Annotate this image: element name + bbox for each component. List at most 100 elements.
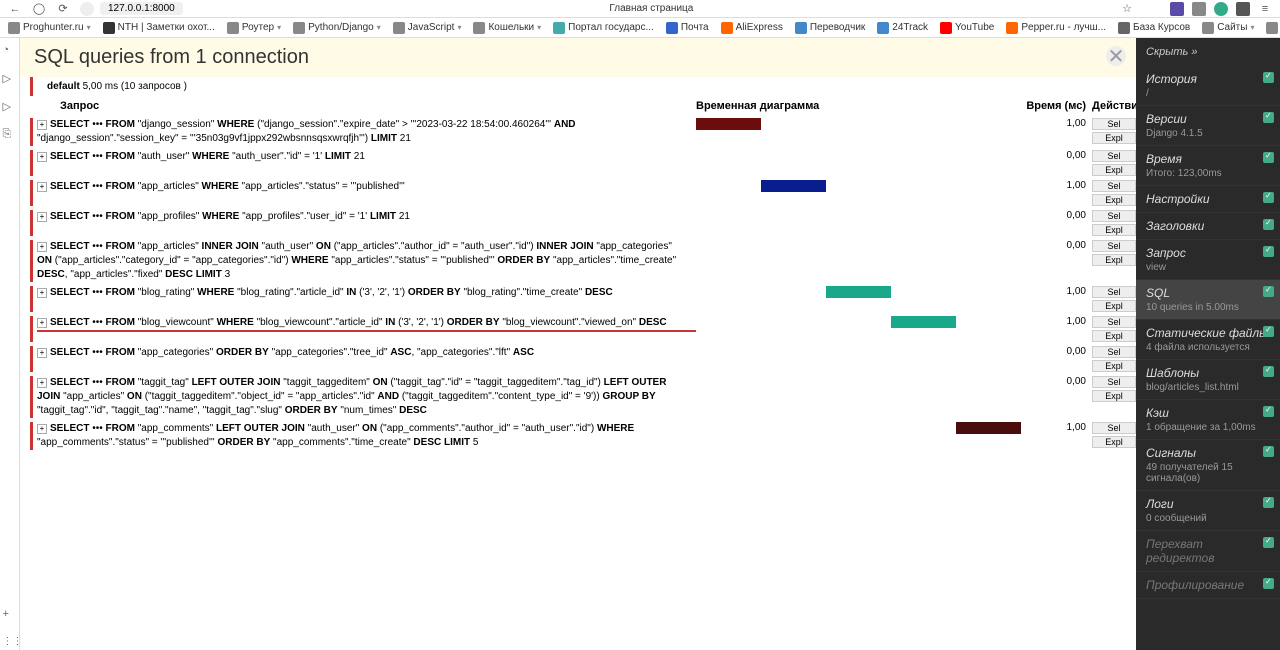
ext-icon-2[interactable] — [1192, 2, 1206, 16]
toolbar-section[interactable]: ВремяИтого: 123,00ms — [1136, 146, 1280, 186]
toolbar-section[interactable]: ▶SQL10 queries in 5.00ms — [1136, 280, 1280, 320]
bookmark-item[interactable]: Кошельки▾ — [473, 22, 541, 34]
expand-toggle[interactable]: + — [37, 182, 47, 192]
bookmark-icon[interactable]: ☆ — [1120, 2, 1134, 16]
section-checkbox[interactable] — [1263, 537, 1274, 548]
expl-button[interactable]: Expl — [1092, 436, 1136, 448]
toolbar-section[interactable]: Логи0 сообщений — [1136, 491, 1280, 531]
toolbar-section[interactable]: Статические файлы4 файла используется — [1136, 320, 1280, 360]
user-button[interactable]: ◯ — [32, 2, 46, 16]
sel-button[interactable]: Sel — [1092, 240, 1136, 252]
back-button[interactable]: ← — [8, 2, 22, 16]
expl-button[interactable]: Expl — [1092, 132, 1136, 144]
ext-icon-1[interactable] — [1170, 2, 1184, 16]
time-cell: 1,00 — [1026, 422, 1086, 433]
expand-toggle[interactable]: + — [37, 242, 47, 252]
bookmark-item[interactable]: Переводчик — [795, 22, 865, 34]
section-checkbox[interactable] — [1263, 192, 1274, 203]
sel-button[interactable]: Sel — [1092, 376, 1136, 388]
sql-keyword: SELECT — [50, 423, 89, 434]
toolbar-section[interactable]: Сигналы49 получателей 15 сигнала(ов) — [1136, 440, 1280, 491]
expl-button[interactable]: Expl — [1092, 330, 1136, 342]
sel-button[interactable]: Sel — [1092, 210, 1136, 222]
expl-button[interactable]: Expl — [1092, 300, 1136, 312]
expand-toggle[interactable]: + — [37, 288, 47, 298]
site-info-icon[interactable] — [80, 2, 94, 16]
expand-toggle[interactable]: + — [37, 424, 47, 434]
toolbar-section[interactable]: История/ — [1136, 66, 1280, 106]
close-panel-button[interactable]: ✕ — [1106, 46, 1126, 66]
sel-button[interactable]: Sel — [1092, 150, 1136, 162]
rail-icon-1[interactable]: ◔ — [3, 44, 17, 58]
sel-button[interactable]: Sel — [1092, 118, 1136, 130]
bookmark-item[interactable]: Proghunter.ru▾ — [8, 22, 91, 34]
bookmark-item[interactable]: NTH | Заметки охот... — [103, 22, 215, 34]
sel-button[interactable]: Sel — [1092, 180, 1136, 192]
expand-toggle[interactable]: + — [37, 152, 47, 162]
section-checkbox[interactable] — [1263, 152, 1274, 163]
expand-toggle[interactable]: + — [37, 120, 47, 130]
bookmark-item[interactable]: GitHub▾ — [1266, 22, 1280, 34]
bookmark-item[interactable]: Роутер▾ — [227, 22, 281, 34]
expl-button[interactable]: Expl — [1092, 390, 1136, 402]
sql-text: ••• — [89, 119, 105, 130]
sql-text: "app_articles"."status" = '''published''… — [239, 181, 405, 192]
bookmark-item[interactable]: Портал государс... — [553, 22, 654, 34]
expl-button[interactable]: Expl — [1092, 360, 1136, 372]
rail-icon-3[interactable]: ▷ — [3, 100, 17, 114]
expl-button[interactable]: Expl — [1092, 194, 1136, 206]
toolbar-section[interactable]: Шаблоныblog/articles_list.html — [1136, 360, 1280, 400]
section-checkbox[interactable] — [1263, 406, 1274, 417]
bookmark-item[interactable]: Сайты▾ — [1202, 22, 1254, 34]
expand-toggle[interactable]: + — [37, 378, 47, 388]
toolbar-section[interactable]: Запросview — [1136, 240, 1280, 280]
toolbar-section[interactable]: Кэш1 обращение за 1,00ms — [1136, 400, 1280, 440]
sql-text: "auth_user" — [135, 151, 192, 162]
bookmark-item[interactable]: Почта — [666, 22, 709, 34]
rail-add-icon[interactable]: + — [3, 608, 17, 622]
section-checkbox[interactable] — [1263, 366, 1274, 377]
section-title: История — [1146, 72, 1270, 86]
section-checkbox[interactable] — [1263, 72, 1274, 83]
sel-button[interactable]: Sel — [1092, 286, 1136, 298]
row-color-bar — [30, 376, 33, 418]
bookmark-item[interactable]: YouTube — [940, 22, 994, 34]
expand-toggle[interactable]: + — [37, 318, 47, 328]
bookmark-item[interactable]: База Курсов — [1118, 22, 1190, 34]
ext-icon-3[interactable] — [1214, 2, 1228, 16]
address-bar[interactable]: 127.0.0.1:8000 — [100, 2, 183, 15]
expl-button[interactable]: Expl — [1092, 254, 1136, 266]
toolbar-section[interactable]: ВерсииDjango 4.1.5 — [1136, 106, 1280, 146]
ext-icon-4[interactable] — [1236, 2, 1250, 16]
hide-toolbar-button[interactable]: Скрыть » — [1136, 38, 1280, 66]
section-checkbox[interactable] — [1263, 446, 1274, 457]
section-checkbox[interactable] — [1263, 497, 1274, 508]
reload-button[interactable]: ⟳ — [56, 2, 70, 16]
toolbar-section[interactable]: Настройки — [1136, 186, 1280, 213]
section-checkbox[interactable] — [1263, 326, 1274, 337]
bookmark-item[interactable]: 24Track — [877, 22, 928, 34]
sel-button[interactable]: Sel — [1092, 422, 1136, 434]
toolbar-section[interactable]: Перехват редиректов — [1136, 531, 1280, 572]
toolbar-section[interactable]: Заголовки — [1136, 213, 1280, 240]
bookmark-item[interactable]: JavaScript▾ — [393, 22, 462, 34]
bookmark-item[interactable]: Python/Django▾ — [293, 22, 381, 34]
expl-button[interactable]: Expl — [1092, 224, 1136, 236]
menu-icon[interactable]: ≡ — [1258, 2, 1272, 16]
toolbar-section[interactable]: Профилирование — [1136, 572, 1280, 599]
expand-toggle[interactable]: + — [37, 348, 47, 358]
rail-more-icon[interactable]: ⋮⋮ — [3, 636, 17, 650]
section-checkbox[interactable] — [1263, 112, 1274, 123]
rail-icon-4[interactable]: ⎘ — [3, 128, 17, 142]
bookmark-item[interactable]: Pepper.ru - лучш... — [1006, 22, 1106, 34]
expand-toggle[interactable]: + — [37, 212, 47, 222]
section-checkbox[interactable] — [1263, 246, 1274, 257]
sel-button[interactable]: Sel — [1092, 346, 1136, 358]
sel-button[interactable]: Sel — [1092, 316, 1136, 328]
rail-icon-2[interactable]: ▷ — [3, 72, 17, 86]
section-checkbox[interactable] — [1263, 578, 1274, 589]
section-checkbox[interactable] — [1263, 286, 1274, 297]
bookmark-item[interactable]: AliExpress — [721, 22, 783, 34]
expl-button[interactable]: Expl — [1092, 164, 1136, 176]
section-checkbox[interactable] — [1263, 219, 1274, 230]
